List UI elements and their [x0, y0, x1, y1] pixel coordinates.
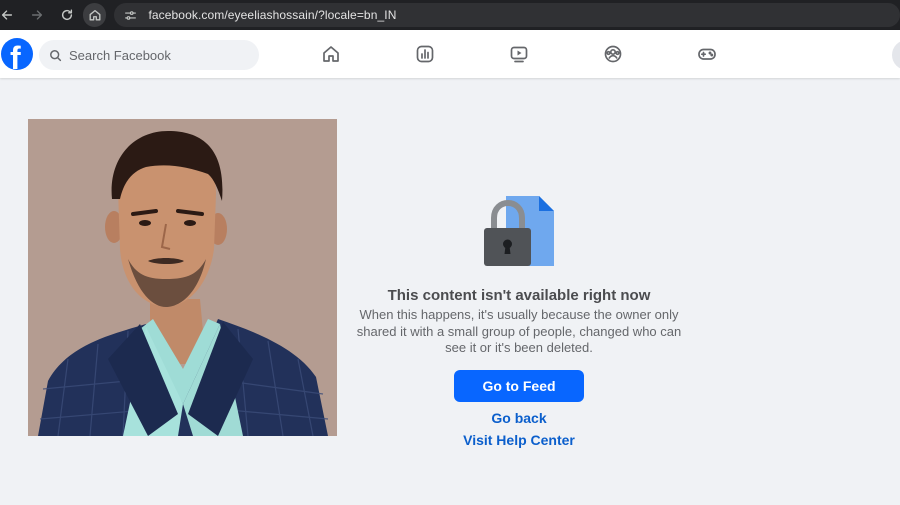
url-text[interactable]: facebook.com/eyeeliashossain/?locale=bn_… — [148, 8, 396, 22]
facebook-logo-letter: f — [10, 40, 21, 70]
unavailable-title: This content isn't available right now — [387, 287, 651, 304]
unavailable-description: When this happens, it's usually because … — [356, 307, 682, 355]
search-box[interactable] — [39, 40, 259, 70]
site-info-icon[interactable] — [120, 5, 140, 25]
search-input[interactable] — [69, 47, 249, 63]
forward-arrow-icon[interactable] — [24, 2, 50, 28]
go-back-link[interactable]: Go back — [420, 410, 618, 426]
video-icon[interactable] — [508, 43, 530, 65]
reload-icon[interactable] — [54, 2, 80, 28]
back-arrow-icon[interactable] — [0, 2, 20, 28]
search-icon — [50, 49, 62, 61]
help-center-link[interactable]: Visit Help Center — [420, 432, 618, 448]
gaming-icon[interactable] — [696, 43, 718, 65]
facebook-header: f — [0, 30, 900, 78]
go-to-feed-button[interactable]: Go to Feed — [454, 370, 584, 402]
home-icon[interactable] — [320, 43, 342, 65]
account-avatar[interactable] — [892, 40, 900, 70]
groups-icon[interactable] — [602, 43, 624, 65]
dashboard-icon[interactable] — [414, 43, 436, 65]
address-bar[interactable]: facebook.com/eyeeliashossain/?locale=bn_… — [114, 3, 900, 27]
lock-document-icon — [482, 196, 558, 268]
facebook-logo[interactable]: f — [1, 38, 33, 70]
home-icon[interactable] — [82, 3, 107, 27]
profile-photo — [28, 119, 337, 436]
browser-toolbar: facebook.com/eyeeliashossain/?locale=bn_… — [0, 0, 900, 30]
